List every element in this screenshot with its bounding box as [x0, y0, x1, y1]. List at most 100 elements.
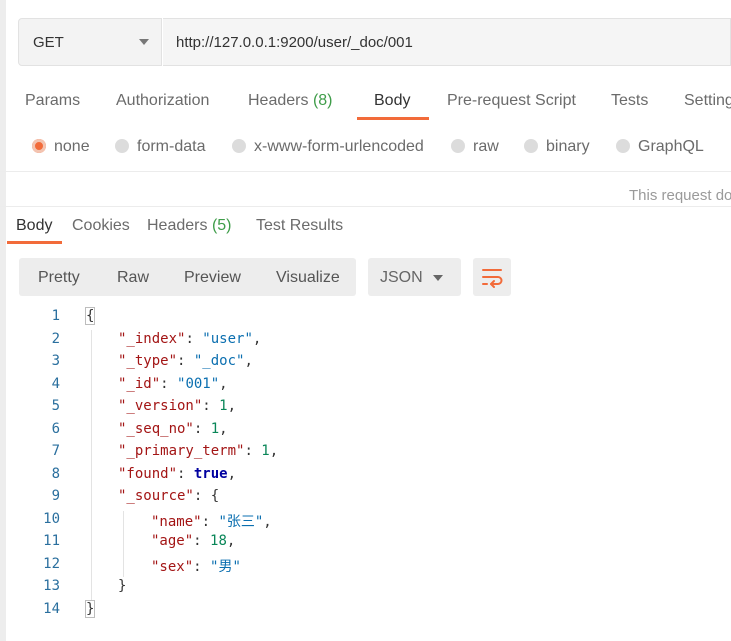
code-line: 2 "_index": "user",	[0, 331, 731, 353]
json-key: "_version"	[118, 398, 203, 414]
radio-graphql[interactable]: GraphQL	[616, 138, 704, 156]
json-brace: }	[118, 578, 127, 594]
code-line: 10 "name": "张三",	[0, 511, 731, 533]
json-key: "name"	[151, 514, 202, 530]
json-brace: {	[210, 488, 220, 504]
radio-urlencoded[interactable]: x-www-form-urlencoded	[232, 138, 424, 156]
line-number: 9	[51, 488, 60, 504]
tab-authorization[interactable]: Authorization	[116, 92, 209, 110]
radio-icon	[451, 139, 465, 153]
json-value: "男"	[210, 559, 241, 575]
line-number: 7	[51, 443, 60, 459]
method-label: GET	[33, 34, 64, 51]
active-tab-indicator	[357, 117, 429, 120]
radio-icon	[616, 139, 630, 153]
response-tab-headers-label: Headers	[147, 217, 208, 234]
tab-prerequest-script[interactable]: Pre-request Script	[447, 92, 576, 110]
headers-count-badge: (8)	[312, 92, 333, 109]
tab-tests[interactable]: Tests	[611, 92, 648, 110]
active-response-tab-indicator	[7, 241, 62, 244]
json-value: 1	[219, 398, 228, 414]
divider	[0, 206, 731, 207]
tab-headers[interactable]: Headers (8)	[248, 92, 333, 110]
line-number: 4	[51, 376, 60, 392]
tab-body[interactable]: Body	[374, 92, 410, 110]
line-number: 10	[43, 511, 60, 527]
code-line: 8 "found": true,	[0, 466, 731, 488]
response-tab-body[interactable]: Body	[16, 217, 52, 235]
code-line: 7 "_primary_term": 1,	[0, 443, 731, 465]
view-preview-button[interactable]: Preview	[184, 269, 241, 287]
line-number: 6	[51, 421, 60, 437]
view-mode-group: Pretty Raw Preview Visualize	[19, 258, 356, 296]
json-key: "found"	[118, 466, 178, 482]
code-line: 1 {	[0, 307, 731, 330]
code-line: 14 }	[0, 600, 731, 623]
view-raw-button[interactable]: Raw	[117, 269, 149, 287]
json-value: "_doc"	[193, 353, 245, 369]
request-tabs: Params Authorization Headers (8) Body Pr…	[0, 88, 731, 122]
wrap-lines-button[interactable]	[473, 258, 511, 296]
open-brace: {	[84, 307, 96, 325]
tab-settings[interactable]: Setting	[684, 92, 731, 110]
format-label: JSON	[380, 269, 423, 286]
response-body-code: 1 { 2 "_index": "user", 3 "_type": "_doc…	[0, 307, 731, 628]
radio-form-data-label: form-data	[137, 138, 206, 155]
radio-checked-icon	[32, 139, 46, 153]
json-key: "_id"	[118, 376, 161, 392]
radio-none[interactable]: none	[32, 138, 90, 156]
body-type-options: none form-data x-www-form-urlencoded raw…	[0, 134, 731, 160]
tab-params[interactable]: Params	[25, 92, 80, 110]
code-line: 5 "_version": 1,	[0, 398, 731, 420]
close-brace: }	[84, 600, 96, 618]
json-key: "_source"	[118, 488, 194, 504]
request-body-note: This request do	[629, 187, 731, 204]
json-value: 1	[210, 421, 220, 437]
url-input[interactable]: http://127.0.0.1:9200/user/_doc/001	[163, 18, 731, 66]
radio-raw[interactable]: raw	[451, 138, 499, 156]
json-value: true	[193, 466, 228, 482]
url-bar: GET http://127.0.0.1:9200/user/_doc/001	[18, 18, 731, 66]
view-visualize-button[interactable]: Visualize	[276, 269, 340, 287]
format-select[interactable]: JSON	[368, 258, 461, 296]
radio-icon	[115, 139, 129, 153]
response-tab-test-results[interactable]: Test Results	[256, 217, 343, 235]
radio-none-label: none	[54, 138, 90, 155]
code-line: 11 "age": 18,	[0, 533, 731, 555]
json-key: "age"	[151, 533, 194, 549]
chevron-down-icon	[139, 39, 149, 45]
json-key: "_index"	[118, 331, 186, 347]
json-value: 1	[261, 443, 270, 459]
radio-binary[interactable]: binary	[524, 138, 590, 156]
tab-headers-label: Headers	[248, 92, 309, 109]
line-number: 5	[51, 398, 60, 414]
radio-raw-label: raw	[473, 138, 499, 155]
response-tabs: Body Cookies Headers (5) Test Results	[0, 214, 731, 248]
view-pretty-button[interactable]: Pretty	[38, 269, 80, 287]
line-number: 12	[43, 556, 60, 572]
json-value: "001"	[177, 376, 220, 392]
code-line: 4 "_id": "001",	[0, 376, 731, 398]
code-line: 6 "_seq_no": 1,	[0, 421, 731, 443]
line-number: 8	[51, 466, 60, 482]
json-key: "_type"	[118, 353, 178, 369]
radio-form-data[interactable]: form-data	[115, 138, 205, 156]
radio-binary-label: binary	[546, 138, 590, 155]
wrap-lines-icon	[482, 269, 503, 288]
code-line: 3 "_type": "_doc",	[0, 353, 731, 375]
response-tab-headers[interactable]: Headers (5)	[147, 217, 232, 235]
line-number: 3	[51, 353, 60, 369]
json-key: "sex"	[151, 559, 194, 575]
radio-graphql-label: GraphQL	[638, 138, 704, 155]
line-number: 2	[51, 331, 60, 347]
method-select[interactable]: GET	[18, 18, 162, 66]
line-number: 14	[43, 601, 60, 617]
response-tab-cookies[interactable]: Cookies	[72, 217, 130, 235]
response-headers-count-badge: (5)	[211, 217, 232, 234]
code-line: 13 }	[0, 578, 731, 600]
radio-urlencoded-label: x-www-form-urlencoded	[254, 138, 424, 155]
json-key: "_primary_term"	[118, 443, 245, 459]
line-number: 1	[51, 308, 60, 324]
code-line: 12 "sex": "男"	[0, 556, 731, 578]
divider	[0, 171, 731, 172]
